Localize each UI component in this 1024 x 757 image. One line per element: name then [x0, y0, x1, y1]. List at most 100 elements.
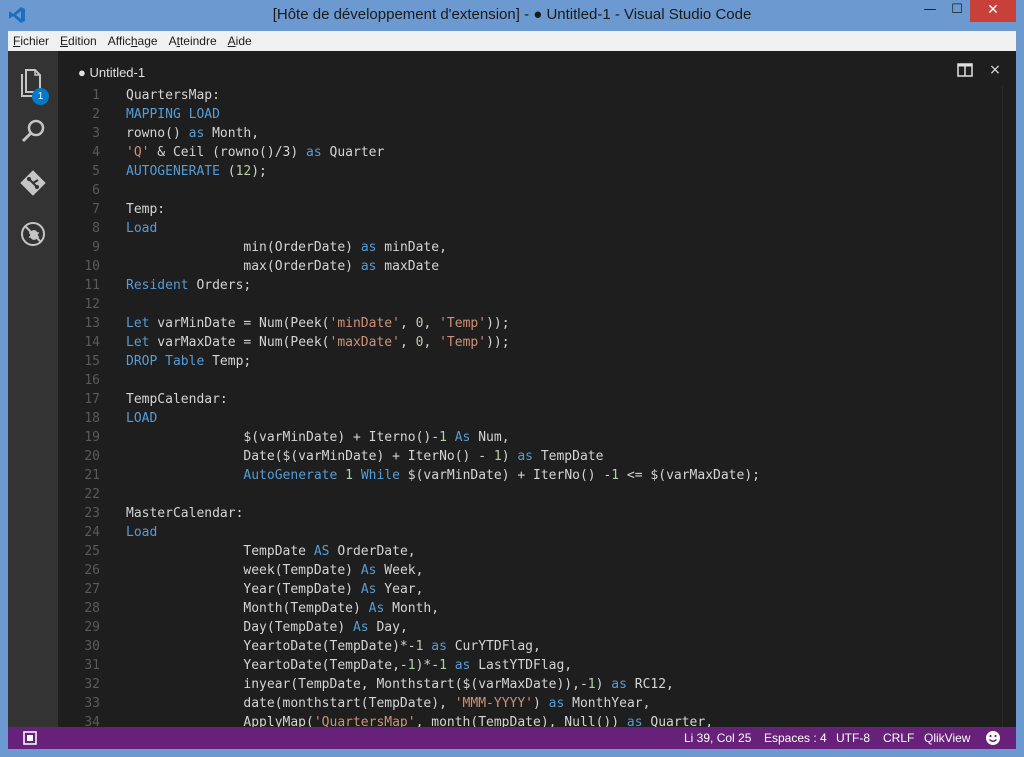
code-line[interactable]: 19 $(varMinDate) + Iterno()-1 As Num,: [58, 428, 1016, 447]
code-line[interactable]: 12: [58, 295, 1016, 314]
code-token: )*-: [415, 658, 440, 673]
code-token: As: [454, 430, 471, 445]
line-content: Temp:: [126, 200, 165, 219]
code-line[interactable]: 30 YeartoDate(TempDate)*-1 as CurYTDFlag…: [58, 637, 1016, 656]
code-token: 12: [235, 164, 252, 179]
code-line[interactable]: 1 QuartersMap:: [58, 86, 1016, 105]
editor-scrollbar[interactable]: [1002, 86, 1016, 727]
line-content: Resident Orders;: [126, 276, 251, 295]
code-line[interactable]: 29 Day(TempDate) As Day,: [58, 618, 1016, 637]
line-number: 13: [84, 316, 100, 331]
close-window-button[interactable]: ✕: [970, 0, 1016, 22]
code-token: 1: [439, 430, 447, 445]
line-number: 1: [92, 88, 100, 103]
code-token: TempDate: [533, 449, 604, 464]
code-line[interactable]: 21 AutoGenerate 1 While $(varMinDate) + …: [58, 466, 1016, 485]
code-token: as: [517, 449, 533, 464]
code-line[interactable]: 5 AUTOGENERATE (12);: [58, 162, 1016, 181]
line-number: 2: [92, 107, 100, 122]
code-token: DROP: [126, 354, 158, 369]
tab-untitled-1[interactable]: ● Untitled-1: [78, 65, 145, 80]
status-encoding[interactable]: UTF-8: [836, 727, 870, 749]
split-editor-icon[interactable]: [957, 63, 973, 77]
code-token: Week,: [376, 563, 424, 578]
code-line[interactable]: 24 Load: [58, 523, 1016, 542]
status-eol[interactable]: CRLF: [883, 727, 914, 749]
vscode-window: [Hôte de développement d'extension] - ● …: [0, 0, 1024, 757]
code-token: 'maxDate': [329, 335, 400, 350]
code-line[interactable]: 9 min(OrderDate) as minDate,: [58, 238, 1016, 257]
line-content: date(monthstart(TempDate), 'MMM-YYYY') a…: [126, 694, 650, 713]
code-token: OrderDate,: [329, 544, 416, 559]
status-language[interactable]: QlikView: [924, 727, 970, 749]
code-line[interactable]: 18 LOAD: [58, 409, 1016, 428]
code-line[interactable]: 31 YeartoDate(TempDate,-1)*-1 as LastYTD…: [58, 656, 1016, 675]
code-line[interactable]: 11 Resident Orders;: [58, 276, 1016, 295]
feedback-box-icon[interactable]: [22, 730, 38, 746]
code-line[interactable]: 8 Load: [58, 219, 1016, 238]
line-number: 15: [84, 354, 100, 369]
smiley-feedback-icon[interactable]: [985, 730, 1001, 746]
code-line[interactable]: 17 TempCalendar:: [58, 390, 1016, 409]
code-line[interactable]: 20 Date($(varMinDate) + IterNo() - 1) as…: [58, 447, 1016, 466]
code-line[interactable]: 6: [58, 181, 1016, 200]
close-editor-icon[interactable]: ×: [987, 61, 1003, 79]
code-line[interactable]: 25 TempDate AS OrderDate,: [58, 542, 1016, 561]
code-line[interactable]: 4 'Q' & Ceil (rowno()/3) as Quarter: [58, 143, 1016, 162]
code-line[interactable]: 23 MasterCalendar:: [58, 504, 1016, 523]
code-token: As: [368, 601, 385, 616]
code-line[interactable]: 16: [58, 371, 1016, 390]
activity-explorer[interactable]: 1: [8, 56, 58, 106]
code-token: Load: [126, 221, 158, 236]
line-number: 32: [84, 677, 100, 692]
code-line[interactable]: 3 rowno() as Month,: [58, 124, 1016, 143]
code-token: ,: [399, 316, 416, 331]
code-line[interactable]: 14 Let varMaxDate = Num(Peek('maxDate', 0…: [58, 333, 1016, 352]
menu-atteindre[interactable]: Atteindre: [164, 31, 223, 51]
code-token: ): [533, 696, 549, 711]
debug-icon: [21, 222, 45, 246]
code-line[interactable]: 22: [58, 485, 1016, 504]
line-number: 20: [84, 449, 100, 464]
line-content: inyear(TempDate, Monthstart($(varMaxDate…: [126, 675, 674, 694]
code-token: 'Temp': [439, 316, 487, 331]
code-line[interactable]: 13 Let varMinDate = Num(Peek('minDate', 0…: [58, 314, 1016, 333]
code-token: YeartoDate(TempDate,-: [126, 658, 408, 673]
code-token: MonthYear,: [564, 696, 651, 711]
minimize-button[interactable]: —: [916, 0, 944, 22]
status-indentation[interactable]: Espaces : 4: [764, 727, 827, 749]
activity-debug[interactable]: [8, 209, 58, 259]
code-line[interactable]: 10 max(OrderDate) as maxDate: [58, 257, 1016, 276]
menu-aide[interactable]: Aide: [223, 31, 258, 51]
code-token: AutoGenerate: [243, 468, 338, 483]
line-number: 26: [84, 563, 100, 578]
code-line[interactable]: 26 week(TempDate) As Week,: [58, 561, 1016, 580]
activity-git[interactable]: [8, 158, 58, 208]
status-cursor-position[interactable]: Li 39, Col 25: [684, 727, 751, 749]
menu-fichier[interactable]: Fichier: [8, 31, 55, 51]
code-line[interactable]: 2 MAPPING LOAD: [58, 105, 1016, 124]
code-line[interactable]: 32 inyear(TempDate, Monthstart($(varMaxD…: [58, 675, 1016, 694]
menu-edition[interactable]: Edition: [55, 31, 103, 51]
code-token: AUTOGENERATE: [126, 164, 220, 179]
code-token: $(varMinDate) + Iterno()-: [126, 430, 440, 445]
line-number: 18: [84, 411, 100, 426]
code-token: maxDate: [376, 259, 440, 274]
activity-search[interactable]: [8, 106, 58, 156]
code-line[interactable]: 7 Temp:: [58, 200, 1016, 219]
code-line[interactable]: 28 Month(TempDate) As Month,: [58, 599, 1016, 618]
line-content: max(OrderDate) as maxDate: [126, 257, 439, 276]
line-number: 23: [84, 506, 100, 521]
code-line[interactable]: 33 date(monthstart(TempDate), 'MMM-YYYY'…: [58, 694, 1016, 713]
code-token: Load: [126, 525, 158, 540]
code-line[interactable]: 15 DROP Table Temp;: [58, 352, 1016, 371]
code-line[interactable]: 27 Year(TempDate) As Year,: [58, 580, 1016, 599]
code-editor[interactable]: 1 QuartersMap: 2 MAPPING LOAD 3 rowno() as Mo…: [58, 86, 1016, 727]
menu-affichage[interactable]: Affichage: [103, 31, 164, 51]
code-token: 'MMM-YYYY': [454, 696, 534, 711]
line-content: Day(TempDate) As Day,: [126, 618, 407, 637]
maximize-button[interactable]: ☐: [944, 0, 970, 22]
line-number: 6: [92, 183, 100, 198]
code-line[interactable]: 34 ApplyMap('QuartersMap', month(TempDat…: [58, 713, 1016, 727]
